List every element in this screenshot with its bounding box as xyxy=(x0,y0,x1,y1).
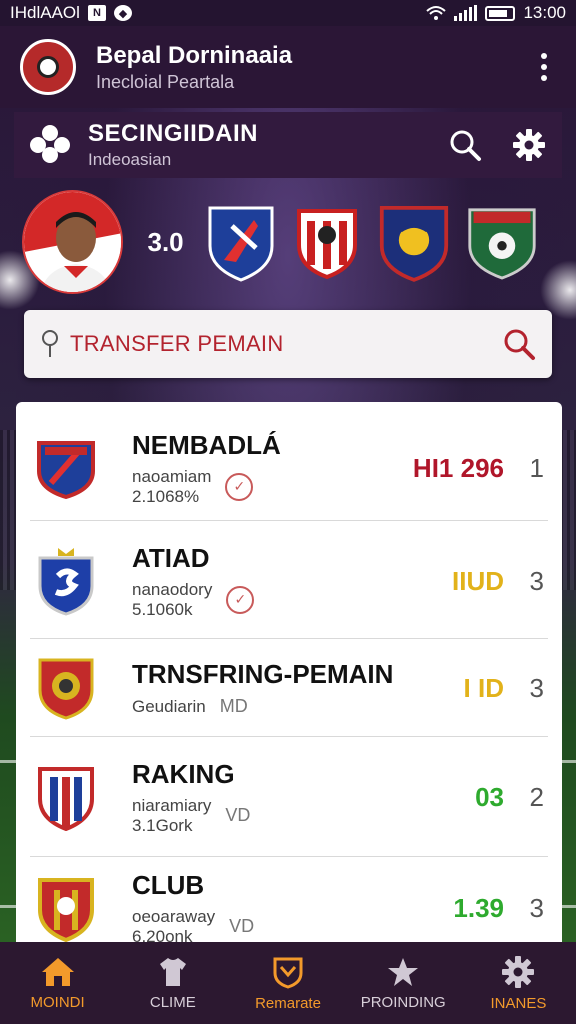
nav-label: MOINDI xyxy=(30,993,85,1011)
kebab-menu-icon[interactable] xyxy=(532,53,556,81)
item-name: RAKING xyxy=(132,758,235,789)
shield-icon xyxy=(273,957,303,989)
club-crest-red-white[interactable] xyxy=(292,202,362,282)
transfer-search-bar[interactable]: TRANSFER PEMAIN xyxy=(24,310,552,378)
gear-icon xyxy=(502,955,535,988)
nav-item-clime[interactable]: CLIME xyxy=(115,942,230,1024)
nav-item-inanes[interactable]: INANES xyxy=(461,942,576,1024)
pin-icon xyxy=(42,330,58,357)
signal-icon xyxy=(454,5,478,21)
status-time: 13:00 xyxy=(523,3,566,22)
player-avatar[interactable] xyxy=(22,190,124,294)
check-icon: ✓ xyxy=(225,472,254,501)
club-crest-icon[interactable] xyxy=(20,39,76,95)
section-subtitle: Indeoasian xyxy=(88,150,172,169)
transfer-list: NEMBADLÁ naoamiam 2.1068% ✓ HI1 296 1 AT… xyxy=(16,402,562,942)
club-crest-navy-gold[interactable] xyxy=(378,202,450,282)
status-carrier-text: IHdlAAOl xyxy=(10,3,80,22)
nav-label: PROINDING xyxy=(360,993,446,1011)
club-crest-blue-red[interactable] xyxy=(206,202,276,282)
item-value: HI1 296 xyxy=(412,452,504,483)
item-name: TRNSFRING-PEMAIN xyxy=(132,659,394,689)
item-sub2: 6.20onk xyxy=(132,926,193,943)
item-sub: nanaodory xyxy=(132,579,213,599)
wifi-icon xyxy=(426,6,447,20)
search-label: TRANSFER PEMAIN xyxy=(70,331,284,356)
item-rank: 3 xyxy=(529,892,544,923)
item-badge: VD xyxy=(229,916,255,936)
nav-label: INANES xyxy=(490,994,547,1012)
item-sub: Geudiarin xyxy=(132,696,206,716)
nav-label: CLIME xyxy=(149,993,196,1011)
item-value: I ID xyxy=(463,672,504,703)
item-sub2: 3.1Gork xyxy=(132,815,193,835)
hero-row: 3.0 xyxy=(14,180,562,304)
search-icon[interactable] xyxy=(502,327,536,361)
item-value: 03 xyxy=(475,781,504,812)
app-subtitle: Inecloial Peartala xyxy=(96,71,235,92)
item-rank: 2 xyxy=(529,781,544,812)
item-badge: MD xyxy=(219,696,248,716)
nav-item-home[interactable]: MOINDI xyxy=(0,942,115,1024)
hero-score: 3.0 xyxy=(147,226,184,257)
item-rank: 3 xyxy=(529,565,544,596)
star-icon xyxy=(388,957,419,986)
item-sub2: 2.1068% xyxy=(132,486,200,506)
item-name: ATIAD xyxy=(132,542,210,573)
bottom-nav: MOINDI CLIME Remarate PROINDING INANES xyxy=(0,942,576,1024)
list-item[interactable]: TRNSFRING-PEMAIN Geudiarin MD I ID 3 xyxy=(16,640,562,736)
club-crest-icon xyxy=(34,436,98,500)
item-rank: 3 xyxy=(529,672,544,703)
battery-icon xyxy=(485,5,516,21)
status-bar: IHdlAAOl N ◆ 13:00 xyxy=(0,0,576,26)
item-badge: VD xyxy=(225,805,251,825)
section-title: SECINGIIDAIN xyxy=(88,120,259,147)
nav-item-proinding[interactable]: PROINDING xyxy=(346,942,461,1024)
list-item[interactable]: ATIAD nanaodory 5.1060k ✓ IIUD 3 xyxy=(16,524,562,638)
club-crest-green[interactable] xyxy=(466,202,538,282)
item-name: CLUB xyxy=(132,869,205,900)
item-name: NEMBADLÁ xyxy=(132,429,281,460)
location-icon: ◆ xyxy=(113,5,132,21)
app-title: Bepal Dorninaaia xyxy=(96,41,293,69)
list-item[interactable]: NEMBADLÁ naoamiam 2.1068% ✓ HI1 296 1 xyxy=(16,416,562,520)
item-value: 1.39 xyxy=(453,892,504,923)
item-sub2: 5.1060k xyxy=(132,599,193,619)
gear-icon[interactable] xyxy=(512,128,546,162)
list-item[interactable]: CLUB oeoaraway 6.20onk VD 1.39 3 xyxy=(16,858,562,942)
home-icon xyxy=(41,957,74,986)
search-icon[interactable] xyxy=(448,128,482,162)
item-rank: 1 xyxy=(529,452,544,483)
item-sub: naoamiam xyxy=(132,466,212,486)
item-value: IIUD xyxy=(452,565,504,596)
club-crest-icon xyxy=(34,548,98,616)
nav-item-remarate[interactable]: Remarate xyxy=(230,942,345,1024)
notification-icon: N xyxy=(87,5,106,21)
club-crest-icon xyxy=(34,656,98,720)
section-header: SECINGIIDAIN Indeoasian xyxy=(14,112,562,178)
club-crest-icon xyxy=(34,876,98,942)
check-icon: ✓ xyxy=(226,585,255,614)
item-sub: niaramiary xyxy=(132,795,212,815)
item-sub: oeoaraway xyxy=(132,906,216,926)
flower-icon xyxy=(30,125,70,165)
list-item[interactable]: RAKING niaramiary 3.1Gork VD 03 2 xyxy=(16,738,562,856)
jersey-icon xyxy=(159,957,186,986)
nav-label: Remarate xyxy=(255,994,321,1012)
club-crest-icon xyxy=(34,765,98,831)
app-header: Bepal Dorninaaia Inecloial Peartala xyxy=(0,26,576,108)
